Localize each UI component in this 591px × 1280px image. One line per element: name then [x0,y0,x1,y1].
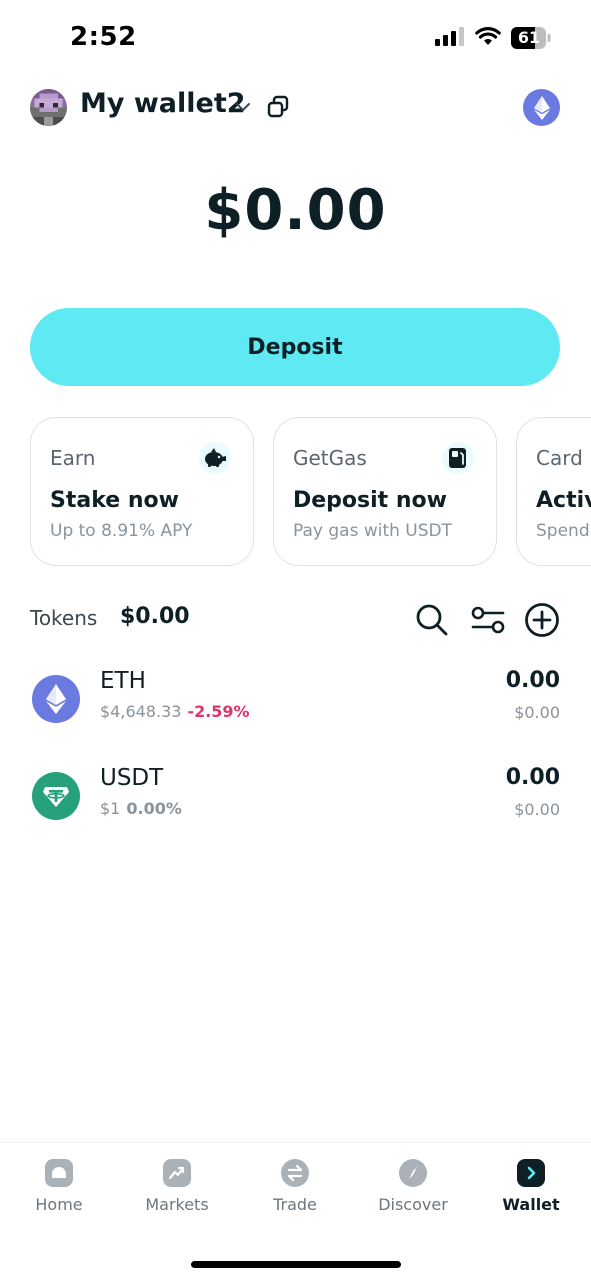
token-amount: 0.00 [505,765,560,790]
home-indicator [191,1261,401,1268]
ethereum-icon[interactable] [523,89,560,126]
nav-discover[interactable]: Discover [358,1159,468,1229]
card-category: Earn [50,446,96,470]
card-title: Deposit now [293,488,447,513]
trade-icon [281,1159,309,1187]
token-price-line: $4,648.33 -2.59% [100,702,250,721]
battery-icon: 61 [511,27,551,49]
copy-icon[interactable] [266,95,290,123]
card-card[interactable]: Card Activ Spend [516,417,591,566]
status-icons: 61 [435,26,551,50]
nav-label: Markets [145,1195,209,1214]
filter-icon[interactable] [470,602,506,638]
token-row-usdt[interactable]: USDT $1 0.00% 0.00 $0.00 [30,765,560,832]
add-token-icon[interactable] [524,602,560,638]
card-subtitle: Pay gas with USDT [293,521,453,541]
token-change: 0.00% [126,799,182,818]
token-fiat-value: $0.00 [514,800,560,819]
deposit-button[interactable]: Deposit [30,308,560,386]
nav-label: Discover [378,1195,448,1214]
tether-icon [32,772,80,820]
gas-pump-icon [442,442,474,474]
wallet-header: My wallet2 [30,86,560,130]
discover-icon [399,1159,427,1187]
earn-card[interactable]: Earn Stake now Up to 8.91% APY [30,417,254,566]
nav-wallet[interactable]: Wallet [476,1159,586,1229]
token-row-eth[interactable]: ETH $4,648.33 -2.59% 0.00 $0.00 [30,668,560,735]
nav-label: Trade [273,1195,317,1214]
token-symbol: ETH [100,668,146,694]
tokens-label: Tokens [30,606,98,630]
markets-icon [163,1159,191,1187]
bottom-nav: Home Markets Trade Discover Wallet [0,1142,591,1280]
battery-level: 61 [517,28,541,47]
pixel-avatar-icon[interactable] [30,89,67,126]
card-title: Activ [536,488,591,513]
home-icon [45,1159,73,1187]
token-price-line: $1 0.00% [100,799,182,818]
nav-trade[interactable]: Trade [240,1159,350,1229]
wallet-icon [517,1159,545,1187]
nav-label: Home [35,1195,83,1214]
card-category: Card [536,446,583,470]
search-icon[interactable] [414,602,450,638]
token-fiat-value: $0.00 [514,703,560,722]
status-time: 2:52 [70,22,137,52]
token-symbol: USDT [100,765,164,791]
nav-markets[interactable]: Markets [122,1159,232,1229]
nav-label: Wallet [502,1195,560,1214]
status-bar: 2:52 61 [0,0,591,80]
card-subtitle: Spend [536,521,590,541]
card-category: GetGas [293,446,367,470]
promo-cards: Earn Stake now Up to 8.91% APY GetGas De… [30,417,591,566]
tokens-total: $0.00 [120,604,190,629]
nav-home[interactable]: Home [4,1159,114,1229]
tokens-header: Tokens $0.00 [30,600,560,640]
token-price: $1 [100,799,121,818]
wifi-icon [475,26,501,50]
wallet-name[interactable]: My wallet2 [80,88,246,119]
total-balance: $0.00 [204,178,387,243]
card-title: Stake now [50,488,179,513]
token-price: $4,648.33 [100,702,182,721]
token-change: -2.59% [187,702,250,721]
piggy-bank-icon [199,442,231,474]
chevron-down-icon[interactable] [234,98,252,120]
card-subtitle: Up to 8.91% APY [50,521,193,541]
token-amount: 0.00 [505,668,560,693]
getgas-card[interactable]: GetGas Deposit now Pay gas with USDT [273,417,497,566]
ethereum-icon [32,675,80,723]
signal-icon [435,26,465,50]
